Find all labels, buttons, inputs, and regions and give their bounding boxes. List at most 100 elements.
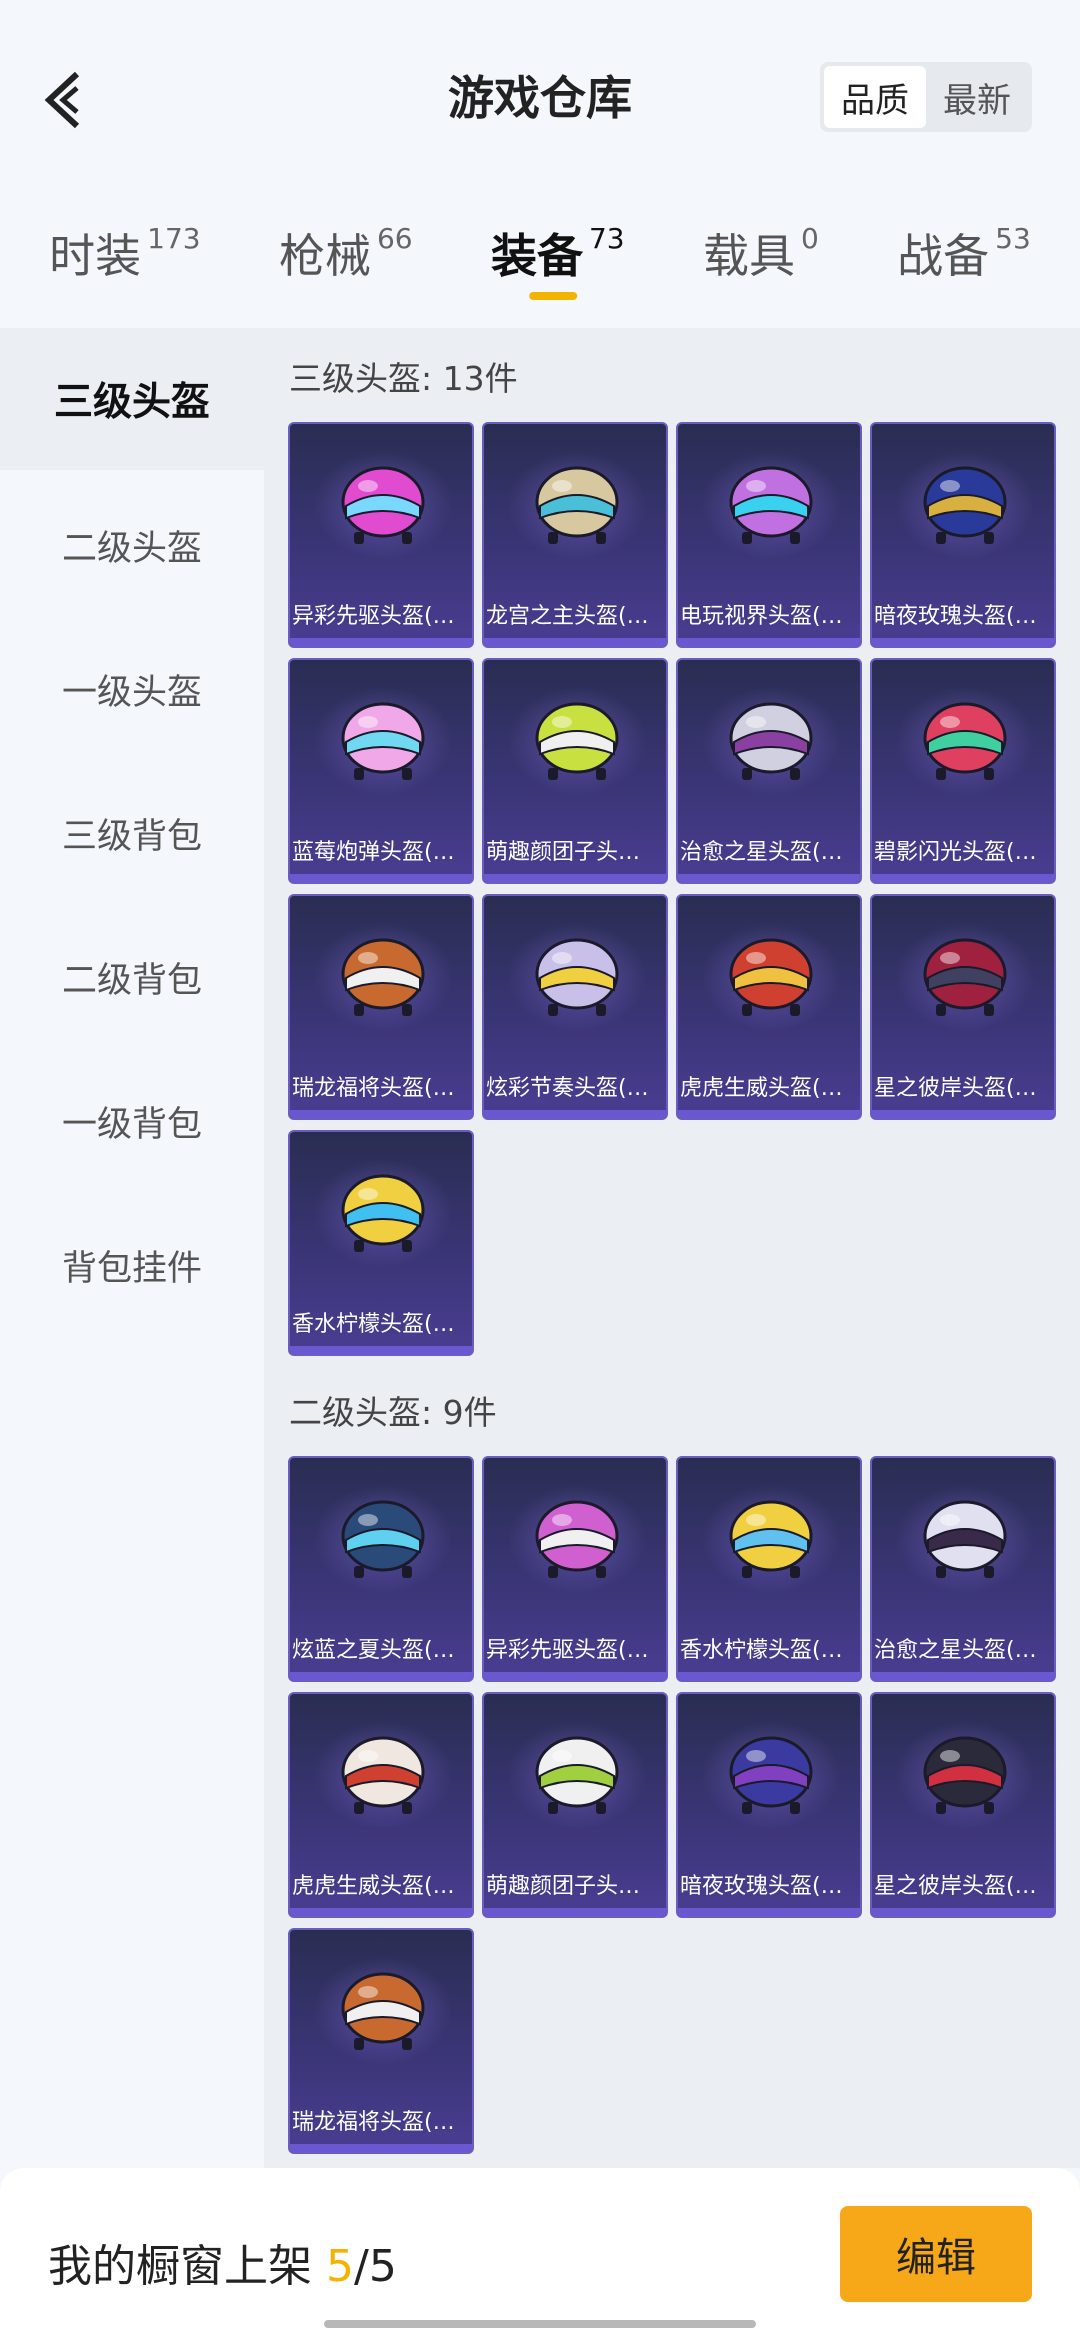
tab-fashion[interactable]: 时装 173 (49, 200, 200, 286)
section-title-level3-helmet: 三级头盔: 13件 (289, 359, 518, 398)
home-indicator[interactable] (324, 2320, 756, 2328)
item-name: 虎虎生威头盔(… (292, 1874, 455, 1899)
tab-label: 战备 (897, 229, 990, 283)
sidebar-item-level2-helmet[interactable]: 二级头盔 (0, 474, 264, 616)
item-name: 暗夜玫瑰头盔(… (680, 1874, 843, 1899)
showcase-label: 我的橱窗上架 (48, 2241, 312, 2292)
quality-bar (290, 638, 472, 646)
quality-bar (484, 1672, 666, 1680)
quality-bar (872, 1110, 1054, 1118)
edit-button[interactable]: 编辑 (840, 2206, 1032, 2302)
item-card[interactable]: 炫蓝之夏头盔(… (288, 1456, 474, 1682)
item-name: 瑞龙福将头盔(… (292, 2110, 455, 2135)
item-card[interactable]: 蓝莓炮弹头盔(… (288, 658, 474, 884)
tab-vehicles[interactable]: 载具 0 (703, 200, 819, 286)
helmet-icon (923, 1500, 1007, 1578)
active-tab-indicator (528, 292, 577, 300)
helmet-icon (923, 1736, 1007, 1814)
item-card[interactable]: 星之彼岸头盔(… (870, 1692, 1056, 1918)
item-card[interactable]: 萌趣颜团子头… (482, 658, 668, 884)
item-card[interactable]: 治愈之星头盔(… (870, 1456, 1056, 1682)
quality-bar (484, 874, 666, 882)
helmet-icon (535, 1500, 619, 1578)
quality-bar (484, 1908, 666, 1916)
item-name: 治愈之星头盔(… (874, 1638, 1037, 1663)
item-name: 暗夜玫瑰头盔(… (874, 604, 1037, 629)
sidebar-item-level1-backpack[interactable]: 一级背包 (0, 1050, 264, 1192)
tab-count: 66 (376, 222, 413, 255)
item-grid-area: 三级头盔: 13件 二级头盔: 9件 异彩先驱头盔(… 龙宫之主头盔(… 电玩视界头… (264, 328, 1080, 2168)
helmet-icon (729, 702, 813, 780)
helmet-icon (923, 466, 1007, 544)
helmet-icon (341, 938, 425, 1016)
item-card[interactable]: 龙宫之主头盔(… (482, 422, 668, 648)
section-title-level2-helmet: 二级头盔: 9件 (289, 1393, 497, 1432)
quality-bar (678, 1908, 860, 1916)
tab-weapons[interactable]: 枪械 66 (279, 200, 413, 286)
sort-by-newest-button[interactable]: 最新 (926, 66, 1028, 128)
tab-count: 0 (800, 222, 819, 255)
sort-toggle: 品质 最新 (820, 62, 1032, 132)
item-name: 萌趣颜团子头… (486, 840, 641, 865)
item-name: 星之彼岸头盔(… (874, 1874, 1037, 1899)
item-card[interactable]: 瑞龙福将头盔(… (288, 894, 474, 1120)
sidebar-item-level3-backpack[interactable]: 三级背包 (0, 762, 264, 904)
quality-bar (678, 638, 860, 646)
item-card[interactable]: 虎虎生威头盔(… (288, 1692, 474, 1918)
item-name: 香水柠檬头盔(… (680, 1638, 843, 1663)
sort-by-quality-button[interactable]: 品质 (824, 66, 926, 128)
tab-supplies[interactable]: 战备 53 (897, 200, 1031, 286)
item-card[interactable]: 香水柠檬头盔(… (288, 1130, 474, 1356)
quality-bar (678, 1110, 860, 1118)
item-card[interactable]: 异彩先驱头盔(… (288, 422, 474, 648)
helmet-icon (341, 1174, 425, 1252)
helmet-icon (729, 466, 813, 544)
header: 游戏仓库 品质 最新 (0, 0, 1080, 200)
quality-bar (290, 2144, 472, 2152)
helmet-icon (341, 1736, 425, 1814)
sidebar-item-backpack-charm[interactable]: 背包挂件 (0, 1194, 264, 1336)
sidebar-item-level1-helmet[interactable]: 一级头盔 (0, 618, 264, 760)
quality-bar (290, 1908, 472, 1916)
item-name: 香水柠檬头盔(… (292, 1312, 455, 1337)
item-card[interactable]: 暗夜玫瑰头盔(… (870, 422, 1056, 648)
helmet-icon (341, 466, 425, 544)
quality-bar (484, 638, 666, 646)
item-card[interactable]: 萌趣颜团子头… (482, 1692, 668, 1918)
quality-bar (678, 874, 860, 882)
item-card[interactable]: 电玩视界头盔(… (676, 422, 862, 648)
item-name: 治愈之星头盔(… (680, 840, 843, 865)
item-card[interactable]: 星之彼岸头盔(… (870, 894, 1056, 1120)
item-card[interactable]: 治愈之星头盔(… (676, 658, 862, 884)
item-name: 炫彩节奏头盔(… (486, 1076, 649, 1101)
helmet-icon (341, 1500, 425, 1578)
quality-bar (678, 1672, 860, 1680)
sidebar-item-level3-helmet[interactable]: 三级头盔 (0, 328, 264, 470)
item-card[interactable]: 香水柠檬头盔(… (676, 1456, 862, 1682)
footer-bar: 我的橱窗上架 5/5 编辑 (0, 2168, 1080, 2336)
category-tabs: 时装 173 枪械 66 装备 73 载具 0 战备 53 (0, 200, 1080, 328)
tab-count: 173 (147, 222, 201, 255)
item-card[interactable]: 虎虎生威头盔(… (676, 894, 862, 1120)
helmet-icon (535, 702, 619, 780)
tab-equipment[interactable]: 装备 73 (491, 200, 625, 300)
helmet-icon (923, 938, 1007, 1016)
item-card[interactable]: 异彩先驱头盔(… (482, 1456, 668, 1682)
item-card[interactable]: 暗夜玫瑰头盔(… (676, 1692, 862, 1918)
helmet-icon (341, 1972, 425, 2050)
item-card[interactable]: 瑞龙福将头盔(… (288, 1928, 474, 2154)
helmet-icon (535, 938, 619, 1016)
item-card[interactable]: 碧影闪光头盔(… (870, 658, 1056, 884)
item-name: 星之彼岸头盔(… (874, 1076, 1037, 1101)
quality-bar (872, 1908, 1054, 1916)
helmet-icon (729, 938, 813, 1016)
item-name: 蓝莓炮弹头盔(… (292, 840, 455, 865)
item-card[interactable]: 炫彩节奏头盔(… (482, 894, 668, 1120)
helmet-icon (729, 1500, 813, 1578)
quality-bar (872, 1672, 1054, 1680)
helmet-icon (535, 466, 619, 544)
sidebar-item-level2-backpack[interactable]: 二级背包 (0, 906, 264, 1048)
showcase-status: 我的橱窗上架 5/5 (48, 2230, 397, 2294)
item-name: 炫蓝之夏头盔(… (292, 1638, 455, 1663)
helmet-icon (923, 702, 1007, 780)
